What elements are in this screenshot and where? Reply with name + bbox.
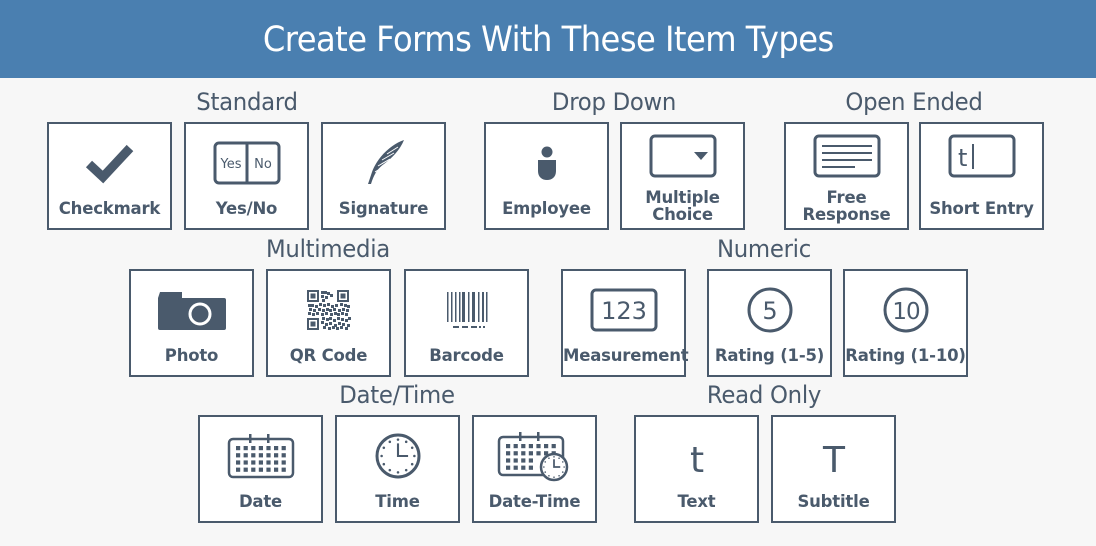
rating-circle-icon: 5 (709, 285, 830, 335)
item-type-free-response[interactable]: Free Response (784, 122, 909, 230)
group-title-multimedia: Multimedia (266, 235, 390, 263)
item-label: Short Entry (929, 199, 1034, 218)
item-type-qr-code[interactable]: QR Code (266, 269, 391, 377)
header-banner: Create Forms With These Item Types (0, 0, 1096, 78)
checkmark-icon (49, 138, 170, 188)
item-type-time[interactable]: Time (335, 415, 460, 523)
item-type-measurement[interactable]: 123 Measurement (561, 269, 689, 377)
item-type-rating-1-10[interactable]: 10 Rating (1-10) (843, 269, 968, 377)
group-title-numeric: Numeric (716, 235, 811, 263)
svg-text:5: 5 (762, 297, 777, 325)
item-label: Date-Time (488, 492, 581, 511)
item-type-text[interactable]: t Text (634, 415, 759, 523)
item-label: Subtitle (797, 492, 870, 511)
item-type-checkmark[interactable]: Checkmark (47, 122, 172, 230)
svg-text:10: 10 (892, 299, 920, 325)
yes-text: Yes (219, 157, 241, 172)
calendar-icon (200, 431, 321, 481)
qr-code-icon (268, 285, 389, 335)
clock-icon (337, 431, 458, 481)
item-label: Checkmark (58, 199, 161, 218)
page-title: Create Forms With These Item Types (262, 20, 834, 60)
rating-circle-icon: 10 (845, 285, 966, 335)
item-type-short-entry[interactable]: t Short Entry (919, 122, 1044, 230)
item-label: Time (375, 492, 420, 511)
dropdown-select-icon (622, 132, 743, 182)
camera-icon (131, 285, 252, 335)
group-title-read-only: Read Only (706, 381, 822, 409)
item-type-date[interactable]: Date (198, 415, 323, 523)
svg-text:t: t (958, 144, 967, 172)
item-label: Rating (1-10) (845, 346, 966, 365)
yes-no-toggle-icon: Yes No (186, 138, 307, 188)
number-field-icon: 123 (563, 285, 684, 335)
item-type-multiple-choice[interactable]: Multiple Choice (620, 122, 745, 230)
group-title-drop-down: Drop Down (551, 88, 677, 116)
item-label: Text (677, 492, 716, 511)
svg-text:t: t (689, 440, 703, 481)
item-type-signature[interactable]: Signature (321, 122, 446, 230)
item-label: Free Response (802, 188, 891, 224)
item-label: Rating (1-5) (714, 346, 825, 365)
group-title-standard: Standard (196, 88, 298, 116)
item-label: Measurement (563, 346, 689, 365)
lowercase-t-icon: t (636, 431, 757, 481)
item-label: Photo (164, 346, 219, 365)
person-icon (486, 138, 607, 188)
item-label: Yes/No (215, 199, 278, 218)
item-type-yes-no[interactable]: Yes No Yes/No (184, 122, 309, 230)
text-input-icon: t (921, 132, 1042, 182)
item-type-date-time[interactable]: Date-Time (472, 415, 597, 523)
barcode-icon (406, 285, 527, 335)
item-label: QR Code (289, 346, 368, 365)
item-type-photo[interactable]: Photo (129, 269, 254, 377)
item-type-subtitle[interactable]: T Subtitle (771, 415, 896, 523)
group-title-date-time: Date/Time (339, 381, 455, 409)
svg-text:123: 123 (601, 297, 647, 325)
item-label: Employee (502, 199, 591, 218)
item-type-rating-1-5[interactable]: 5 Rating (1-5) (707, 269, 832, 377)
no-text: No (254, 157, 272, 172)
group-title-open-ended: Open Ended (845, 88, 983, 116)
item-type-employee[interactable]: Employee (484, 122, 609, 230)
item-label: Date (238, 492, 283, 511)
item-label: Signature (338, 199, 429, 218)
uppercase-t-icon: T (773, 431, 894, 481)
item-label: Barcode (429, 346, 504, 365)
feather-quill-icon (323, 138, 444, 188)
calendar-clock-icon (474, 431, 595, 482)
svg-text:T: T (822, 440, 846, 481)
text-area-icon (786, 132, 907, 182)
item-label: Multiple Choice (645, 188, 720, 224)
item-type-barcode[interactable]: Barcode (404, 269, 529, 377)
